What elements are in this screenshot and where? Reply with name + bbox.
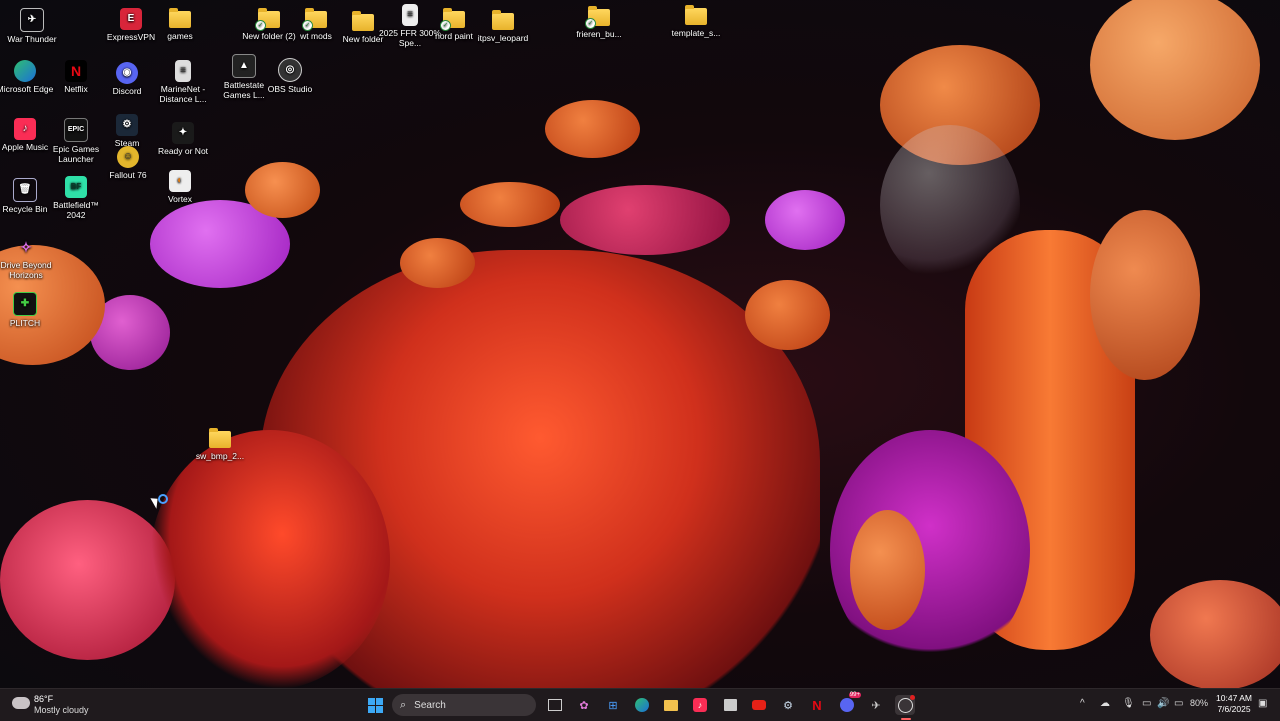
store-icon: ⊞: [608, 699, 618, 712]
edge-icon: [14, 60, 36, 82]
drive-beyond-icon: ✧: [20, 239, 32, 255]
copilot-button[interactable]: ✿: [574, 695, 594, 715]
vortex-icon: ◐: [169, 170, 191, 192]
desktop-icon-template[interactable]: template_s...: [664, 5, 728, 38]
desktop-icon-marinenet[interactable]: ≡ MarineNet - Distance L...: [151, 60, 215, 104]
copilot-icon: ✿: [579, 699, 589, 712]
discord-taskbar-button[interactable]: 99+: [837, 692, 861, 715]
obs-icon: ◎: [278, 58, 302, 82]
netflix-taskbar-button[interactable]: N: [807, 695, 827, 715]
steam-taskbar-button[interactable]: ⚙: [778, 695, 798, 715]
discord-icon: ◉: [116, 62, 138, 84]
folder-icon: [664, 699, 678, 711]
expressvpn-icon: E: [120, 8, 142, 30]
desktop-icon-frieren[interactable]: ✓ frieren_bu...: [567, 6, 631, 39]
netflix-icon: N: [65, 60, 87, 82]
network-icon[interactable]: ▭: [1142, 698, 1151, 709]
show-hidden-icons-chevron-icon[interactable]: ^: [1080, 698, 1085, 709]
edge-taskbar-button[interactable]: [632, 695, 652, 715]
music-note-icon: ♪: [14, 118, 36, 140]
desktop-icon-sw-bmp[interactable]: sw_bmp_2...: [188, 428, 252, 461]
clock-time: 10:47 AM: [1216, 693, 1252, 703]
desktop-icon-steam[interactable]: ⚙ Steam: [95, 114, 159, 148]
folder-icon: ✓: [585, 6, 610, 29]
volume-icon[interactable]: 🔊: [1157, 698, 1169, 709]
task-view-button[interactable]: [545, 695, 565, 715]
plitch-icon: ✚: [13, 292, 37, 316]
desktop-icon-discord[interactable]: ◉ Discord: [95, 62, 159, 96]
clock-date: 7/6/2025: [1217, 704, 1251, 714]
recycle-bin-icon: 🗑: [13, 178, 37, 202]
desktop-icon-ready-or-not[interactable]: ✦ Ready or Not: [151, 122, 215, 156]
edge-icon: [635, 698, 649, 712]
folder-icon: [492, 10, 514, 30]
desktop-icon-obs-studio[interactable]: ◎ OBS Studio: [258, 58, 322, 94]
folder-icon: [352, 11, 374, 31]
music-note-icon: ♪: [693, 698, 707, 712]
fallout-icon: ☺: [117, 146, 139, 168]
folder-icon: [209, 428, 231, 448]
search-placeholder: Search: [414, 699, 446, 711]
store-app-button[interactable]: ⊞: [603, 695, 623, 715]
store-bag-icon: [723, 699, 737, 711]
shortcut-icon: ≡: [175, 60, 191, 82]
desktop-icon-plitch[interactable]: ✚ PLITCH: [0, 292, 57, 328]
battery-icon[interactable]: ▭: [1174, 698, 1183, 709]
folder-icon: ✓: [302, 8, 327, 31]
notification-bell-icon[interactable]: ▣: [1258, 698, 1267, 709]
document-icon: ≡: [402, 4, 418, 26]
desktop-icon-drive-beyond-horizons[interactable]: ✧ Drive Beyond Horizons: [0, 236, 58, 280]
steam-icon: ⚙: [116, 114, 138, 136]
discord-icon: [840, 698, 854, 712]
obs-icon: [897, 697, 913, 713]
battlestate-icon: ▲: [232, 54, 256, 78]
obs-taskbar-button[interactable]: [895, 695, 915, 715]
file-explorer-button[interactable]: [661, 695, 681, 715]
clock[interactable]: 10:47 AM 7/6/2025: [1212, 693, 1256, 715]
battery-percent: 80%: [1190, 698, 1209, 708]
recording-indicator-icon: [910, 695, 915, 700]
youtube-taskbar-button[interactable]: [749, 695, 769, 715]
desktop-icon-games-folder[interactable]: games: [148, 8, 212, 41]
weather-widget[interactable]: 86°F Mostly cloudy: [10, 693, 120, 717]
taskbar-search-box[interactable]: ⌕ Search: [392, 694, 536, 716]
weather-temp: 86°F: [34, 694, 54, 704]
desktop-icon-war-thunder[interactable]: ✈ War Thunder: [0, 8, 64, 44]
ms-store-taskbar-button[interactable]: [720, 695, 740, 715]
weather-desc: Mostly cloudy: [34, 705, 89, 715]
microphone-icon[interactable]: 🎙: [1122, 698, 1135, 709]
war-thunder-taskbar-button[interactable]: ✈: [866, 695, 886, 715]
netflix-icon: N: [812, 697, 822, 713]
epic-games-icon: EPIC: [64, 118, 88, 142]
folder-icon: [169, 8, 191, 28]
desktop-icon-battlefield[interactable]: BF Battlefield™ 2042: [44, 176, 108, 220]
busy-spinner-icon: [158, 494, 168, 504]
start-button[interactable]: [365, 695, 385, 715]
apple-music-taskbar-button[interactable]: ♪: [690, 695, 710, 715]
folder-icon: ✓: [440, 8, 465, 31]
windows-logo-icon: [367, 697, 383, 713]
ready-or-not-icon: ✦: [172, 122, 194, 144]
desktop-icon-vortex[interactable]: ◐ Vortex: [148, 170, 212, 204]
desktop-icon-itpsv-leopard[interactable]: itpsv_leopard: [471, 10, 535, 43]
war-thunder-icon: ✈: [871, 699, 881, 712]
onedrive-icon[interactable]: ☁: [1100, 698, 1110, 709]
battlefield-icon: BF: [65, 176, 87, 198]
discord-notification-badge: 99+: [848, 692, 861, 698]
cloud-icon: [12, 697, 30, 709]
folder-icon: ✓: [255, 8, 280, 31]
taskbar: 86°F Mostly cloudy ⌕ Search ✿ ⊞ ♪ ⚙ N 99…: [0, 688, 1280, 721]
war-thunder-icon: ✈: [20, 8, 44, 32]
youtube-icon: [752, 700, 766, 710]
task-view-icon: [548, 699, 562, 711]
steam-icon: ⚙: [783, 699, 793, 712]
folder-icon: [685, 5, 707, 25]
search-icon: ⌕: [400, 698, 407, 711]
desktop-wallpaper: ✈ War Thunder E ExpressVPN games ✓ New f…: [0, 0, 1280, 688]
